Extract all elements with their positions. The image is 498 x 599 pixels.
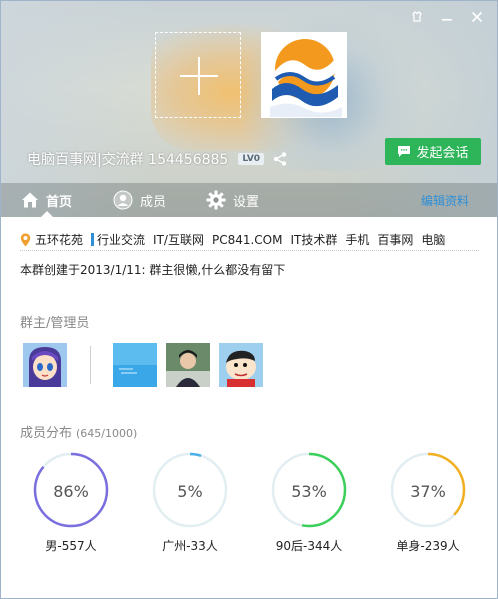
group-name: 电脑百事网|交流群 154456885 (27, 152, 229, 168)
group-name-row: 电脑百事网|交流群 154456885 LV0 (27, 149, 288, 169)
stat-percent: 37% (410, 482, 446, 501)
start-chat-label: 发起会话 (416, 146, 469, 161)
minimize-icon[interactable] (435, 7, 459, 27)
tab-settings-label: 设置 (233, 194, 260, 210)
tab-settings[interactable]: 设置 (206, 183, 259, 217)
admin-avatar[interactable] (113, 343, 157, 387)
tag-phone[interactable]: 手机 (345, 231, 369, 248)
admins-list (23, 343, 272, 387)
close-icon[interactable] (465, 7, 489, 27)
tag-pc841[interactable]: PC841.COM (212, 233, 283, 247)
level-badge: LV0 (238, 153, 265, 165)
location-tag[interactable]: 五环花苑 (35, 231, 83, 248)
chat-icon (398, 146, 411, 157)
members-distribution-title: 成员分布 (645/1000) (20, 422, 137, 441)
tag-baishi[interactable]: 百事网 (377, 231, 413, 248)
skin-icon[interactable] (405, 7, 429, 27)
group-intro: 本群创建于2013/1/11: 群主很懒,什么都没有留下 (20, 263, 286, 277)
tab-bar: 首页 成员 设置 编辑资料 (1, 183, 497, 217)
add-photo-button[interactable] (155, 32, 241, 118)
edit-profile-link[interactable]: 编辑资料 (421, 183, 469, 217)
tab-home-label: 首页 (46, 194, 73, 210)
tag-computer[interactable]: 电脑 (421, 231, 445, 248)
stat-label: 90后-344人 (275, 539, 343, 553)
tag-it-internet[interactable]: IT/互联网 (153, 231, 204, 248)
tag-separator (91, 233, 95, 246)
tag-industry[interactable]: 行业交流 (97, 231, 145, 248)
gear-icon (206, 190, 226, 210)
admin-divider (90, 346, 91, 384)
stat-label: 男-557人 (45, 539, 97, 553)
tab-members-label: 成员 (140, 194, 167, 210)
group-avatar[interactable] (261, 32, 347, 118)
stat-percent: 5% (177, 482, 203, 501)
tab-members[interactable]: 成员 (113, 183, 166, 217)
stat-single[interactable]: 37% 单身-239人 (378, 451, 478, 554)
window-controls (405, 7, 489, 27)
admin-avatar[interactable] (219, 343, 263, 387)
tab-home[interactable]: 首页 (21, 183, 72, 217)
location-pin-icon (20, 233, 31, 246)
owner-avatar[interactable] (23, 343, 67, 387)
group-profile-window: 电脑百事网|交流群 154456885 LV0 发起会话 首页 成员 设置 编辑… (0, 0, 498, 599)
stat-percent: 86% (53, 482, 89, 501)
members-icon (113, 190, 133, 210)
stat-percent: 53% (291, 482, 327, 501)
stat-gender[interactable]: 86% 男-557人 (21, 451, 121, 554)
start-chat-button[interactable]: 发起会话 (385, 138, 481, 165)
stat-label: 单身-239人 (396, 539, 460, 553)
home-icon (22, 192, 38, 208)
stat-age[interactable]: 53% 90后-344人 (259, 451, 359, 554)
stat-location[interactable]: 5% 广州-33人 (140, 451, 240, 554)
stat-label: 广州-33人 (162, 539, 218, 553)
admins-title: 群主/管理员 (20, 316, 90, 331)
tags-row: 五环花苑 行业交流 IT/互联网 PC841.COM IT技术群 手机 百事网 … (20, 229, 479, 251)
admin-avatar[interactable] (166, 343, 210, 387)
share-icon[interactable] (272, 151, 288, 167)
members-count: (645/1000) (76, 427, 138, 440)
tag-it-tech[interactable]: IT技术群 (290, 231, 337, 248)
header-cover: 电脑百事网|交流群 154456885 LV0 发起会话 首页 成员 设置 编辑… (1, 1, 497, 217)
members-title: 成员分布 (20, 426, 73, 441)
